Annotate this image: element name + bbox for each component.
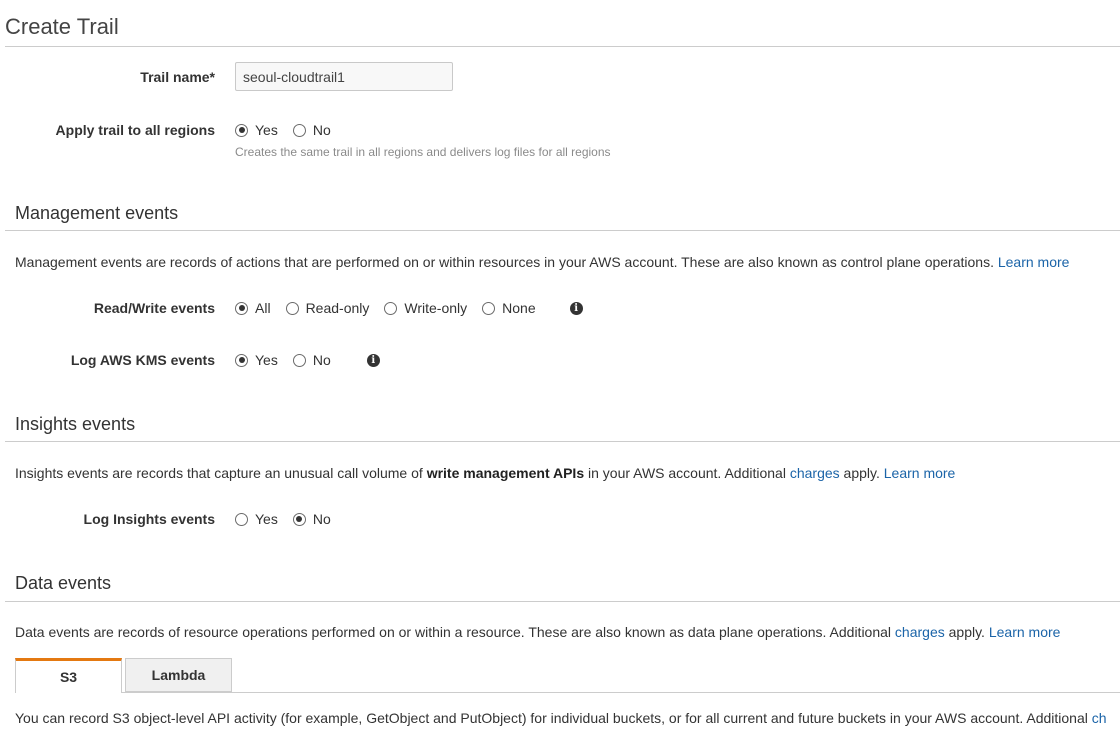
data-events-divider — [5, 601, 1120, 602]
management-divider — [5, 230, 1120, 231]
radio-label: No — [312, 122, 331, 138]
radio-label: All — [255, 300, 271, 316]
log-insights-no[interactable]: No — [292, 511, 331, 527]
read-write-write-only[interactable]: Write-only — [384, 300, 467, 316]
radio-label: Write-only — [404, 300, 468, 316]
radio-label: Yes — [255, 511, 278, 527]
data-events-description: Data events are records of resource oper… — [15, 624, 1060, 640]
insights-description-pre: Insights events are records that capture… — [15, 465, 423, 481]
log-insights-options: Yes No — [235, 509, 346, 529]
create-trail-page: Create Trail Trail name* Apply trail to … — [0, 0, 1120, 749]
management-events-title: Management events — [15, 203, 179, 223]
data-events-title: Data events — [15, 573, 112, 593]
tab-bar-divider — [15, 692, 1120, 693]
radio-label: Read-only — [305, 300, 370, 316]
radio-button-checked[interactable] — [235, 353, 248, 367]
radio-button[interactable] — [285, 301, 299, 315]
radio-label: Yes — [255, 352, 278, 368]
apply-all-regions-label: Apply trail to all regions — [55, 122, 215, 138]
apply-all-regions-no[interactable]: No — [292, 122, 331, 138]
s3-description-text: You can record S3 object-level API activ… — [15, 710, 1088, 726]
radio-label: Yes — [255, 122, 278, 138]
management-description-text: Management events are records of actions… — [15, 254, 994, 270]
radio-button[interactable] — [292, 353, 306, 367]
data-events-description-text: Data events are records of resource oper… — [15, 624, 892, 640]
trail-name-label: Trail name* — [140, 69, 215, 85]
radio-button[interactable] — [482, 301, 496, 315]
insights-description-mid: in your AWS account. Additional — [588, 465, 786, 481]
apply-all-regions-options: Yes No — [235, 120, 346, 140]
page-title: Create Trail — [5, 14, 119, 39]
insights-apply-text: apply. — [843, 465, 880, 481]
read-write-label: Read/Write events — [93, 300, 215, 316]
data-events-charges-link[interactable]: charges — [895, 624, 945, 640]
read-write-read-only[interactable]: Read-only — [285, 300, 370, 316]
insights-description-bold: write management APIs — [426, 465, 585, 481]
s3-description: You can record S3 object-level API activ… — [15, 710, 1107, 726]
apply-all-regions-help: Creates the same trail in all regions an… — [235, 145, 611, 159]
radio-button[interactable] — [235, 512, 248, 526]
title-divider — [5, 46, 1120, 47]
insights-learn-more-link[interactable]: Learn more — [884, 465, 956, 481]
apply-all-regions-yes[interactable]: Yes — [235, 122, 278, 138]
kms-row: Log AWS KMS events Yes No i — [0, 350, 1120, 370]
trail-name-row: Trail name* — [0, 67, 215, 87]
management-description: Management events are records of actions… — [15, 254, 1069, 270]
management-learn-more-link[interactable]: Learn more — [998, 254, 1070, 270]
read-write-all[interactable]: All — [235, 300, 271, 316]
read-write-none[interactable]: None — [482, 300, 536, 316]
read-write-row: Read/Write events All Read-only Write-on… — [0, 298, 1120, 318]
info-icon[interactable]: i — [366, 353, 380, 367]
data-events-apply-text: apply. — [948, 624, 985, 640]
kms-yes[interactable]: Yes — [235, 352, 278, 368]
log-insights-label: Log Insights events — [83, 511, 215, 527]
insights-events-title: Insights events — [15, 414, 136, 434]
insights-charges-link[interactable]: charges — [790, 465, 840, 481]
read-write-options: All Read-only Write-only None i — [235, 298, 583, 318]
radio-button[interactable] — [292, 123, 306, 137]
apply-all-regions-row: Apply trail to all regions Yes No — [0, 120, 1120, 140]
insights-divider — [5, 441, 1120, 442]
log-insights-yes[interactable]: Yes — [235, 511, 278, 527]
kms-options: Yes No i — [235, 350, 380, 370]
tab-lambda[interactable]: Lambda — [125, 658, 232, 692]
log-insights-row: Log Insights events Yes No — [0, 509, 1120, 529]
radio-label: No — [312, 352, 331, 368]
tab-s3[interactable]: S3 — [15, 658, 122, 693]
kms-label: Log AWS KMS events — [70, 352, 215, 368]
radio-button-checked[interactable] — [292, 512, 306, 526]
radio-button-checked[interactable] — [235, 123, 248, 137]
trail-name-input[interactable] — [235, 62, 453, 91]
data-events-learn-more-link[interactable]: Learn more — [989, 624, 1061, 640]
radio-label: No — [312, 511, 331, 527]
insights-description: Insights events are records that capture… — [15, 465, 955, 481]
s3-charges-link[interactable]: ch — [1092, 710, 1107, 726]
radio-button-checked[interactable] — [235, 301, 248, 315]
info-icon[interactable]: i — [569, 301, 583, 315]
kms-no[interactable]: No — [292, 352, 331, 368]
radio-button[interactable] — [384, 301, 398, 315]
radio-label: None — [502, 300, 536, 316]
